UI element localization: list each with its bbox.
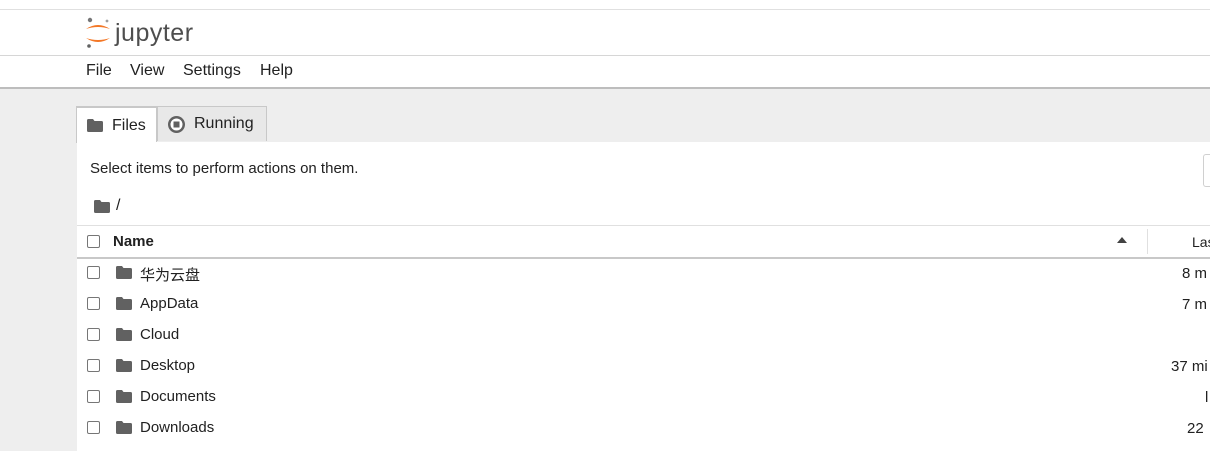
tab-running[interactable]: Running [157, 106, 267, 141]
selection-hint: Select items to perform actions on them. [90, 160, 359, 177]
file-list-header: Name Las [77, 225, 1210, 259]
header: jupyter [0, 10, 1210, 56]
column-divider[interactable] [1147, 229, 1148, 254]
list-item[interactable]: Documents l [77, 382, 1210, 413]
folder-icon [94, 199, 110, 213]
sort-ascending-icon[interactable] [1117, 237, 1127, 243]
menu-settings[interactable]: Settings [183, 62, 241, 80]
folder-icon [116, 359, 132, 372]
stop-circle-icon [168, 115, 185, 133]
breadcrumb: / [94, 197, 120, 215]
toolbar-button-edge[interactable] [1203, 154, 1210, 187]
folder-icon [116, 390, 132, 403]
file-name[interactable]: Documents [140, 388, 216, 405]
folder-icon [116, 297, 132, 310]
file-modified: 8 m [1182, 265, 1208, 282]
workspace: Files Running Select items to perform ac… [0, 89, 1210, 451]
menu-file[interactable]: File [86, 62, 112, 80]
select-all-checkbox[interactable] [87, 235, 100, 248]
list-item[interactable]: Downloads 22 [77, 413, 1210, 444]
file-name[interactable]: AppData [140, 295, 198, 312]
column-last-modified[interactable]: Las [1192, 234, 1210, 250]
jupyter-logo[interactable]: jupyter [83, 16, 194, 50]
list-item[interactable]: 华为云盘 8 m [77, 258, 1210, 289]
file-name[interactable]: 华为云盘 [140, 264, 200, 285]
browser-top-strip [0, 0, 1210, 10]
folder-icon [116, 266, 132, 279]
files-panel: Select items to perform actions on them.… [77, 142, 1210, 451]
tab-running-label: Running [194, 115, 254, 132]
row-checkbox[interactable] [87, 359, 100, 372]
logo-text: jupyter [115, 18, 194, 47]
file-name[interactable]: Desktop [140, 357, 195, 374]
tab-files-label: Files [112, 116, 146, 134]
list-item[interactable]: Desktop 37 mi [77, 351, 1210, 382]
menu-view[interactable]: View [130, 62, 164, 80]
folder-icon [87, 119, 103, 132]
file-modified: 37 mi [1171, 358, 1208, 375]
file-modified: l [1205, 389, 1209, 406]
file-name[interactable]: Downloads [140, 419, 214, 436]
row-checkbox[interactable] [87, 297, 100, 310]
tab-files[interactable]: Files [76, 106, 157, 143]
file-modified: 7 m [1182, 296, 1208, 313]
row-checkbox[interactable] [87, 266, 100, 279]
jupyter-page: jupyter File View Settings Help Files Ru… [0, 0, 1210, 451]
column-name[interactable]: Name [113, 233, 154, 250]
breadcrumb-root[interactable]: / [116, 197, 120, 215]
row-checkbox[interactable] [87, 390, 100, 403]
file-modified: 22 [1187, 420, 1204, 437]
row-checkbox[interactable] [87, 421, 100, 434]
menu-help[interactable]: Help [260, 62, 293, 80]
list-item[interactable]: AppData 7 m [77, 289, 1210, 320]
menu-bar: File View Settings Help [0, 56, 1210, 89]
jupyter-logo-icon [86, 17, 110, 48]
list-item[interactable]: Cloud [77, 320, 1210, 351]
row-checkbox[interactable] [87, 328, 100, 341]
file-name[interactable]: Cloud [140, 326, 179, 343]
folder-icon [116, 421, 132, 434]
folder-icon [116, 328, 132, 341]
